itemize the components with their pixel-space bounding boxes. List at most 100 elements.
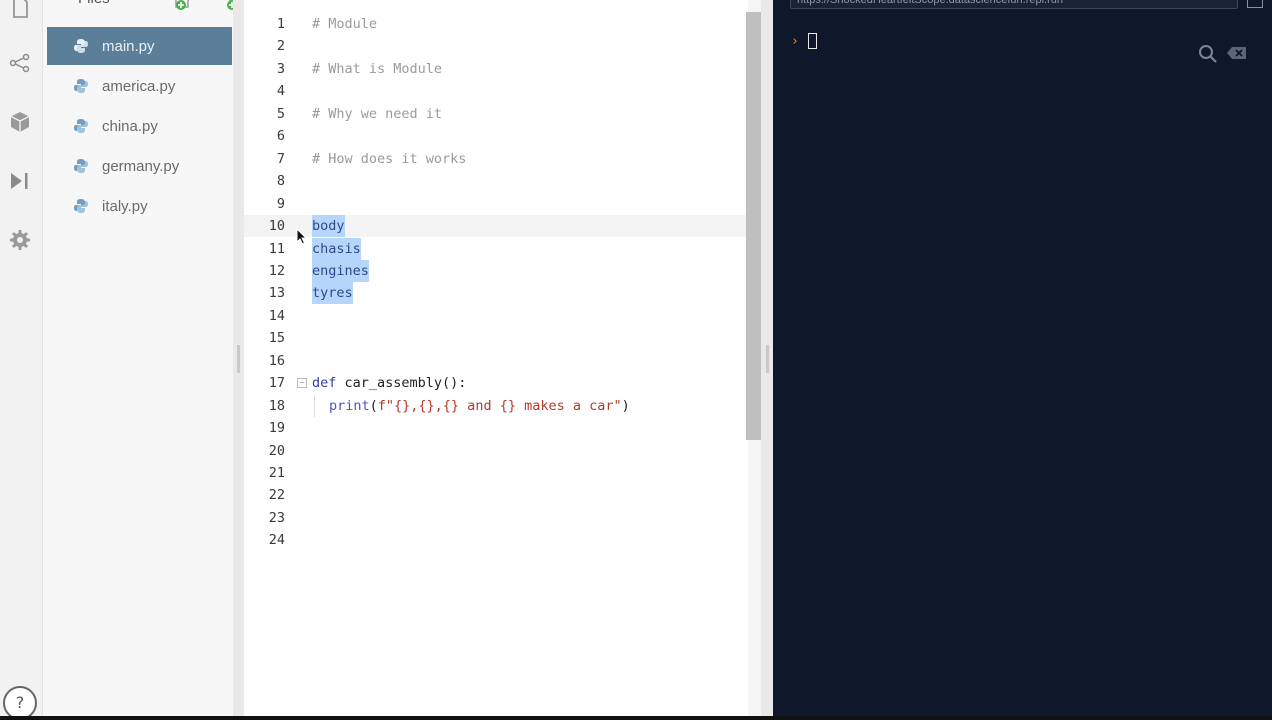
code-line[interactable]: 22 bbox=[244, 484, 748, 506]
file-item-america[interactable]: america.py bbox=[47, 67, 232, 105]
code-line[interactable]: 10 body bbox=[244, 215, 748, 238]
line-number: 7 bbox=[276, 150, 285, 167]
code-line[interactable]: 13 tyres bbox=[244, 282, 748, 305]
python-file-icon bbox=[74, 119, 88, 133]
code-text: # How does it works bbox=[312, 150, 467, 167]
code-text: # What is Module bbox=[312, 60, 443, 77]
paren: ( bbox=[369, 397, 378, 414]
code-line[interactable]: 21 bbox=[244, 462, 748, 484]
code-text: tyres bbox=[312, 282, 353, 305]
resize-grip[interactable] bbox=[766, 345, 769, 373]
builtin-call: print bbox=[329, 397, 370, 414]
code-line[interactable]: 14 bbox=[244, 305, 748, 327]
code-line[interactable]: 19 bbox=[244, 417, 748, 439]
file-name: italy.py bbox=[102, 197, 148, 215]
line-number: 20 bbox=[268, 442, 285, 459]
code-line[interactable]: 9 bbox=[244, 193, 748, 215]
python-file-icon bbox=[74, 79, 88, 93]
line-number: 21 bbox=[268, 465, 285, 481]
file-name: america.py bbox=[102, 77, 176, 95]
code-text: # Module bbox=[312, 16, 378, 32]
python-file-icon bbox=[74, 39, 88, 53]
code-line[interactable]: 8 bbox=[244, 170, 748, 192]
code-line[interactable]: 1 # Module bbox=[244, 13, 748, 35]
code-editor[interactable]: 1 # Module 2 3 # What is Module 4 5 # Why we ne… bbox=[244, 0, 748, 716]
code-line[interactable]: 24 bbox=[244, 529, 748, 551]
file-item-main[interactable]: main.py bbox=[47, 27, 232, 65]
code-text: engines bbox=[312, 259, 369, 282]
repl-url[interactable]: https://ShockedHeartfeltScope.datascienc… bbox=[790, 0, 1238, 9]
line-number: 15 bbox=[268, 330, 285, 347]
line-number: 13 bbox=[268, 285, 285, 302]
line-number: 19 bbox=[268, 420, 285, 437]
code-line[interactable]: 2 bbox=[244, 35, 748, 57]
indent-guide bbox=[314, 394, 315, 417]
line-number: 6 bbox=[276, 128, 285, 145]
panel-resize-handle[interactable] bbox=[233, 0, 244, 720]
code-line[interactable]: 15 bbox=[244, 327, 748, 349]
code-line[interactable]: 3 # What is Module bbox=[244, 58, 748, 80]
code-line[interactable]: 23 bbox=[244, 507, 748, 529]
run-icon[interactable] bbox=[9, 170, 31, 192]
code-line[interactable]: 6 bbox=[244, 125, 748, 147]
code-line[interactable]: 18 print(f"{},{},{} and {} makes a car") bbox=[244, 394, 748, 417]
bottom-edge bbox=[0, 716, 1272, 720]
line-number: 18 bbox=[268, 397, 285, 414]
code-line[interactable]: 5 # Why we need it bbox=[244, 103, 748, 125]
line-number: 8 bbox=[276, 173, 285, 190]
file-name: germany.py bbox=[102, 157, 180, 175]
line-number: 5 bbox=[276, 105, 285, 122]
share-icon[interactable] bbox=[9, 52, 31, 74]
line-number: 12 bbox=[268, 262, 285, 279]
line-number: 11 bbox=[268, 240, 285, 257]
editor-scrollbar[interactable] bbox=[746, 12, 761, 440]
resize-grip[interactable] bbox=[237, 345, 240, 373]
code-text: print(f"{},{},{} and {} makes a car") bbox=[329, 395, 630, 417]
python-file-icon bbox=[74, 199, 88, 213]
function-signature: car_assembly(): bbox=[336, 375, 467, 392]
line-number: 17 bbox=[268, 375, 285, 392]
file-item-italy[interactable]: italy.py bbox=[47, 187, 232, 225]
fold-toggle-icon[interactable]: − bbox=[297, 378, 307, 389]
code-line[interactable]: 16 bbox=[244, 350, 748, 372]
line-number: 4 bbox=[276, 83, 285, 100]
code-text: # Why we need it bbox=[312, 105, 443, 122]
code-line[interactable]: 11 chasis bbox=[244, 237, 748, 260]
code-line[interactable]: 17 − def car_assembly(): bbox=[244, 372, 748, 394]
clear-console-icon[interactable] bbox=[1226, 46, 1248, 60]
line-number: 2 bbox=[276, 38, 285, 55]
file-explorer: Files main.py america.py china.py german… bbox=[43, 0, 251, 720]
file-name: main.py bbox=[102, 37, 155, 55]
activity-rail: ? bbox=[0, 0, 43, 720]
paren: ) bbox=[621, 397, 630, 414]
line-number: 16 bbox=[268, 352, 285, 369]
line-number: 14 bbox=[268, 307, 285, 324]
package-icon[interactable] bbox=[9, 111, 31, 133]
code-text: chasis bbox=[312, 237, 361, 260]
open-in-new-tab-icon[interactable] bbox=[1247, 0, 1263, 8]
console-panel[interactable]: https://ShockedHeartfeltScope.datascienc… bbox=[773, 0, 1272, 716]
help-button[interactable]: ? bbox=[3, 686, 37, 720]
code-line[interactable]: 20 bbox=[244, 440, 748, 462]
code-line[interactable]: 7 # How does it works bbox=[244, 148, 748, 170]
code-line[interactable]: 4 bbox=[244, 80, 748, 102]
files-header: Files bbox=[78, 0, 110, 10]
code-line[interactable]: 12 engines bbox=[244, 259, 748, 282]
line-number: 3 bbox=[276, 60, 285, 77]
add-file-icon[interactable] bbox=[174, 0, 194, 11]
console-cursor bbox=[808, 33, 817, 49]
python-file-icon bbox=[74, 159, 88, 173]
search-icon[interactable] bbox=[1198, 44, 1218, 64]
file-item-china[interactable]: china.py bbox=[47, 107, 232, 145]
panel-resize-handle[interactable] bbox=[761, 0, 773, 720]
string-literal: f"{},{},{} and {} makes a car" bbox=[377, 397, 622, 414]
settings-icon[interactable] bbox=[9, 229, 31, 251]
mouse-pointer-icon bbox=[296, 228, 308, 245]
keyword: def bbox=[312, 375, 337, 392]
file-icon[interactable] bbox=[9, 0, 31, 18]
console-prompt: › bbox=[791, 34, 799, 49]
code-text: body bbox=[312, 215, 345, 238]
file-item-germany[interactable]: germany.py bbox=[47, 147, 232, 185]
line-number: 10 bbox=[268, 218, 285, 235]
line-number: 9 bbox=[276, 195, 285, 212]
